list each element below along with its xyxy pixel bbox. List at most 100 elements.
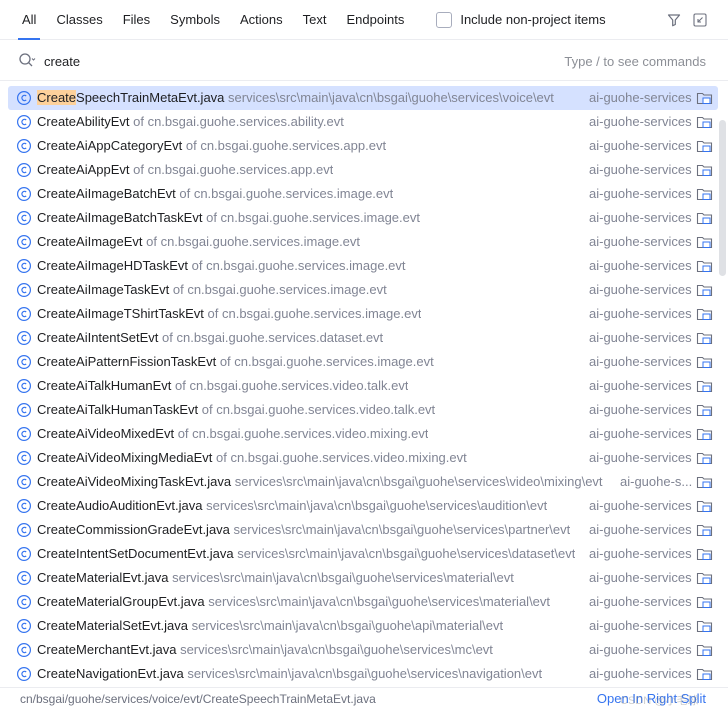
result-text: CreateMerchantEvt.java services\src\main… (37, 638, 493, 662)
results-list[interactable]: CreateSpeechTrainMetaEvt.java services\s… (8, 86, 718, 686)
include-non-project-toggle[interactable]: Include non-project items (436, 0, 606, 40)
class-icon (16, 546, 32, 562)
class-icon (16, 618, 32, 634)
module-folder-icon (696, 450, 713, 466)
result-text: CreateAbilityEvt of cn.bsgai.guohe.servi… (37, 110, 344, 134)
result-location: services\src\main\java\cn\bsgai\guohe\se… (233, 522, 571, 537)
class-icon (16, 186, 32, 202)
module-folder-icon (696, 570, 713, 586)
class-icon (16, 474, 32, 490)
scrollbar-thumb[interactable] (719, 120, 726, 276)
tab-endpoints[interactable]: Endpoints (337, 0, 415, 40)
result-name: CreateMerchantEvt.java (37, 642, 177, 657)
result-name: CreateAiImageEvt (37, 234, 143, 249)
result-name: CreateAiImageBatchTaskEvt (37, 210, 203, 225)
result-row[interactable]: CreateSpeechTrainMetaEvt.java services\s… (8, 86, 718, 110)
module-folder-icon (696, 498, 713, 514)
tab-classes[interactable]: Classes (46, 0, 112, 40)
tab-text[interactable]: Text (293, 0, 337, 40)
preview-icon[interactable] (692, 12, 708, 28)
result-row[interactable]: CreateIntentSetDocumentEvt.java services… (8, 542, 718, 566)
result-row[interactable]: CreateAiVideoMixingMediaEvt of cn.bsgai.… (8, 446, 718, 470)
result-name: CreateAiVideoMixingTaskEvt.java (37, 474, 232, 489)
result-name: CreateMaterialEvt.java (37, 570, 169, 585)
tab-symbols[interactable]: Symbols (160, 0, 230, 40)
result-row[interactable]: CreateAudioAuditionEvt.java services\src… (8, 494, 718, 518)
class-icon (16, 330, 32, 346)
class-icon (16, 594, 32, 610)
result-row[interactable]: CreateAiImageBatchEvt of cn.bsgai.guohe.… (8, 182, 718, 206)
result-row[interactable]: CreateAiVideoMixedEvt of cn.bsgai.guohe.… (8, 422, 718, 446)
result-row[interactable]: CreateAiImageEvt of cn.bsgai.guohe.servi… (8, 230, 718, 254)
search-input[interactable] (44, 51, 504, 71)
result-name: CreateAiAppEvt (37, 162, 130, 177)
result-module: ai-guohe-services (589, 186, 692, 201)
result-row[interactable]: CreateAiIntentSetEvt of cn.bsgai.guohe.s… (8, 326, 718, 350)
result-text: CreateAiAppCategoryEvt of cn.bsgai.guohe… (37, 134, 386, 158)
class-icon (16, 306, 32, 322)
module-folder-icon (696, 546, 713, 562)
result-location: services\src\main\java\cn\bsgai\guohe\ap… (191, 618, 504, 633)
result-location: of cn.bsgai.guohe.services.dataset.evt (162, 330, 384, 345)
result-row[interactable]: CreateAiImageBatchTaskEvt of cn.bsgai.gu… (8, 206, 718, 230)
result-name: CreateMaterialGroupEvt.java (37, 594, 205, 609)
result-name: CreateAiIntentSetEvt (37, 330, 159, 345)
result-name: CreateAiAppCategoryEvt (37, 138, 183, 153)
result-row[interactable]: CreateMerchantEvt.java services\src\main… (8, 638, 718, 662)
class-icon (16, 498, 32, 514)
result-row[interactable]: CreateAiVideoMixingTaskEvt.java services… (8, 470, 718, 494)
class-icon (16, 450, 32, 466)
result-row[interactable]: CreateMaterialGroupEvt.java services\src… (8, 590, 718, 614)
result-row[interactable]: CreateAiTalkHumanTaskEvt of cn.bsgai.guo… (8, 398, 718, 422)
result-location: of cn.bsgai.guohe.services.app.evt (185, 138, 387, 153)
result-row[interactable]: CreateMaterialEvt.java services\src\main… (8, 566, 718, 590)
result-module: ai-guohe-services (589, 522, 692, 537)
result-row[interactable]: CreateNavigationEvt.java services\src\ma… (8, 662, 718, 686)
result-name: CreateAiImageHDTaskEvt (37, 258, 188, 273)
tab-actions[interactable]: Actions (230, 0, 293, 40)
module-folder-icon (696, 282, 713, 298)
result-location: services\src\main\java\cn\bsgai\guohe\se… (172, 570, 514, 585)
class-icon (16, 378, 32, 394)
class-icon (16, 90, 32, 106)
result-location: of cn.bsgai.guohe.services.image.evt (219, 354, 434, 369)
result-row[interactable]: CreateAiTalkHumanEvt of cn.bsgai.guohe.s… (8, 374, 718, 398)
result-text: CreateNavigationEvt.java services\src\ma… (37, 662, 542, 686)
result-text: CreateIntentSetDocumentEvt.java services… (37, 542, 575, 566)
result-row[interactable]: CreateAiAppCategoryEvt of cn.bsgai.guohe… (8, 134, 718, 158)
result-row[interactable]: CreateAbilityEvt of cn.bsgai.guohe.servi… (8, 110, 718, 134)
result-row[interactable]: CreateAiImageTaskEvt of cn.bsgai.guohe.s… (8, 278, 718, 302)
result-module: ai-guohe-services (589, 546, 692, 561)
result-text: CreateAiIntentSetEvt of cn.bsgai.guohe.s… (37, 326, 383, 350)
result-name: CreateAiImageBatchEvt (37, 186, 176, 201)
result-name: CreateNavigationEvt.java (37, 666, 184, 681)
module-folder-icon (696, 354, 713, 370)
result-module: ai-guohe-services (589, 498, 692, 513)
result-row[interactable]: CreateAiAppEvt of cn.bsgai.guohe.service… (8, 158, 718, 182)
result-location: of cn.bsgai.guohe.services.image.evt (146, 234, 361, 249)
module-folder-icon (696, 426, 713, 442)
result-module: ai-guohe-services (589, 138, 692, 153)
result-row[interactable]: CreateAiPatternFissionTaskEvt of cn.bsga… (8, 350, 718, 374)
module-folder-icon (696, 594, 713, 610)
result-module: ai-guohe-s... (620, 474, 693, 489)
result-text: CreateAiVideoMixedEvt of cn.bsgai.guohe.… (37, 422, 428, 446)
result-text: CreateCommissionGradeEvt.java services\s… (37, 518, 570, 542)
filter-icon[interactable] (666, 12, 682, 28)
result-row[interactable]: CreateAiImageHDTaskEvt of cn.bsgai.guohe… (8, 254, 718, 278)
module-folder-icon (696, 138, 713, 154)
result-text: CreateAiVideoMixingMediaEvt of cn.bsgai.… (37, 446, 467, 470)
tab-files[interactable]: Files (113, 0, 160, 40)
search-icon[interactable] (18, 52, 36, 70)
result-module: ai-guohe-services (589, 642, 692, 657)
result-module: ai-guohe-services (589, 234, 692, 249)
result-location: services\src\main\java\cn\bsgai\guohe\se… (228, 90, 554, 105)
result-module: ai-guohe-services (589, 354, 692, 369)
result-row[interactable]: CreateAiImageTShirtTaskEvt of cn.bsgai.g… (8, 302, 718, 326)
result-row[interactable]: CreateMaterialSetEvt.java services\src\m… (8, 614, 718, 638)
tab-all[interactable]: All (12, 0, 46, 40)
result-location: of cn.bsgai.guohe.services.image.evt (207, 306, 422, 321)
include-non-project-checkbox[interactable] (436, 11, 453, 28)
result-row[interactable]: CreateCommissionGradeEvt.java services\s… (8, 518, 718, 542)
result-name: CreateAiVideoMixingMediaEvt (37, 450, 213, 465)
